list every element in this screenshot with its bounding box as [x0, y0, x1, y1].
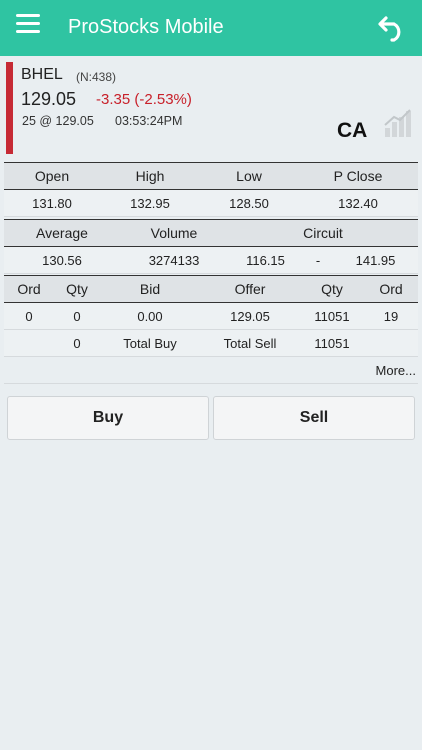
ohlc-header-row: Open High Low P Close	[4, 162, 418, 190]
market-depth-table: Ord Qty Bid Offer Qty Ord 0 0 0.00 129.0…	[4, 275, 418, 357]
ohlc-table: Open High Low P Close 131.80 132.95 128.…	[4, 162, 418, 217]
change-indicator-bar	[6, 62, 13, 154]
offer-orders-value: 19	[383, 308, 399, 324]
bar-chart-icon[interactable]	[383, 108, 413, 138]
top-bar: ProStocks Mobile	[0, 0, 422, 56]
stats-value-row: 130.56 3274133 116.15 - 141.95	[4, 247, 418, 274]
prev-close-value: 132.40	[338, 195, 378, 211]
depth-totals-row: 0 Total Buy Total Sell 11051	[4, 330, 418, 357]
total-sell-qty: 11051	[314, 335, 350, 351]
total-sell-label: Total Sell	[223, 335, 277, 351]
app-title: ProStocks Mobile	[68, 16, 224, 38]
circuit-header: Circuit	[303, 225, 343, 241]
stats-header-row: Average Volume Circuit	[4, 219, 418, 247]
symbol-token: (N:438)	[76, 70, 117, 84]
bid-qty-header: Qty	[66, 281, 88, 297]
circuit-high-value: 141.95	[355, 252, 396, 268]
low-value: 128.50	[229, 195, 269, 211]
last-trade-qty-price: 25 @ 129.05	[22, 114, 94, 128]
total-buy-qty: 0	[73, 335, 81, 351]
quote-panel: BHEL (N:438) 129.05 -3.35 (-2.53%) 25 @ …	[6, 62, 418, 154]
last-trade-time: 03:53:24PM	[115, 114, 183, 128]
undo-arrow-icon[interactable]	[376, 10, 408, 42]
offer-orders-header: Ord	[379, 281, 403, 297]
open-header: Open	[34, 168, 70, 184]
symbol-name: BHEL	[21, 66, 63, 83]
bid-value: 0.00	[137, 308, 163, 324]
offer-value: 129.05	[230, 308, 270, 324]
bid-qty-value: 0	[73, 308, 81, 324]
high-header: High	[135, 168, 165, 184]
corporate-action-label[interactable]: CA	[337, 119, 367, 143]
offer-qty-header: Qty	[321, 281, 343, 297]
buy-button[interactable]: Buy	[7, 396, 209, 440]
bid-header: Bid	[139, 281, 161, 297]
bid-orders-value: 0	[25, 308, 33, 324]
depth-row: 0 0 0.00 129.05 11051 19	[4, 303, 418, 330]
low-header: Low	[236, 168, 262, 184]
offer-qty-value: 11051	[314, 308, 350, 324]
circuit-low-value: 116.15	[246, 252, 285, 268]
more-row: More...	[4, 357, 418, 384]
prev-close-header: P Close	[333, 168, 383, 184]
more-link[interactable]: More...	[376, 363, 416, 378]
depth-header-row: Ord Qty Bid Offer Qty Ord	[4, 275, 418, 303]
hamburger-menu-icon[interactable]	[16, 14, 40, 34]
ohlc-value-row: 131.80 132.95 128.50 132.40	[4, 190, 418, 217]
volume-header: Volume	[150, 225, 198, 241]
average-value: 130.56	[42, 252, 82, 268]
volume-value: 3274133	[148, 252, 200, 268]
average-header: Average	[36, 225, 88, 241]
stats-table: Average Volume Circuit 130.56 3274133 11…	[4, 219, 418, 274]
sell-button[interactable]: Sell	[213, 396, 415, 440]
circuit-separator: -	[315, 252, 321, 268]
bid-orders-header: Ord	[17, 281, 41, 297]
open-value: 131.80	[32, 195, 72, 211]
price-change: -3.35 (-2.53%)	[96, 91, 192, 108]
offer-header: Offer	[234, 281, 266, 297]
total-buy-label: Total Buy	[123, 335, 177, 351]
high-value: 132.95	[130, 195, 170, 211]
last-traded-price: 129.05	[21, 89, 77, 109]
